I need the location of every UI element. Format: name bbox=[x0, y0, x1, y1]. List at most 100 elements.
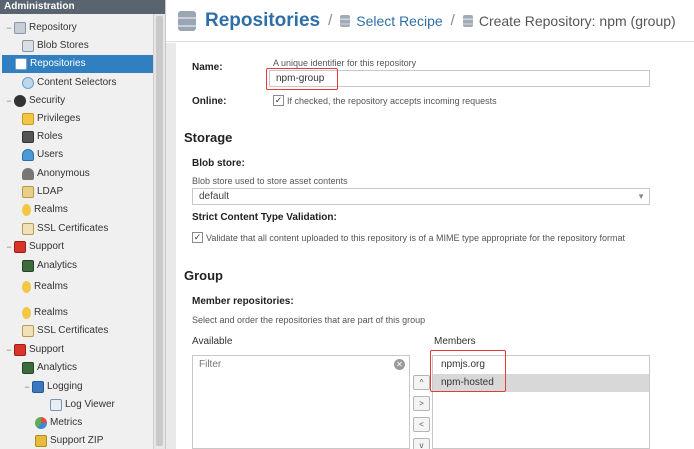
move-up-button[interactable]: ^ bbox=[413, 375, 430, 390]
move-down-button[interactable]: v bbox=[413, 438, 430, 449]
sidebar: Administration − Repository Blob Stores … bbox=[0, 0, 166, 449]
sidebar-item-roles[interactable]: Roles bbox=[22, 128, 63, 146]
sidebar-item-privileges[interactable]: Privileges bbox=[22, 110, 80, 128]
online-checkbox[interactable]: ✓ bbox=[273, 95, 284, 106]
sidebar-item-label: Anonymous bbox=[37, 168, 90, 179]
breadcrumb-select-recipe[interactable]: Select Recipe bbox=[356, 13, 442, 29]
metrics-icon bbox=[35, 417, 47, 429]
move-left-button[interactable]: < bbox=[413, 417, 430, 432]
ssl-certificates-icon bbox=[22, 223, 34, 235]
blob-stores-icon bbox=[22, 40, 34, 52]
support-icon bbox=[14, 241, 26, 253]
list-item[interactable]: npmjs.org bbox=[433, 356, 649, 374]
sidebar-item-ssl-certificates[interactable]: SSL Certificates bbox=[22, 322, 108, 340]
sidebar-item-label: Support bbox=[29, 241, 65, 252]
database-icon bbox=[462, 14, 473, 27]
available-label: Available bbox=[192, 336, 233, 347]
blob-store-select[interactable]: default ▼ bbox=[192, 188, 650, 205]
content-selectors-icon bbox=[22, 77, 34, 89]
sidebar-item-analytics[interactable]: Analytics bbox=[22, 257, 77, 275]
breadcrumb-separator: / bbox=[328, 12, 333, 29]
blob-store-value: default bbox=[199, 191, 230, 202]
collapse-toggle-icon[interactable]: − bbox=[22, 378, 32, 396]
sidebar-item-label: Logging bbox=[47, 381, 83, 392]
analytics-icon bbox=[22, 260, 34, 272]
group-title: Group bbox=[184, 268, 223, 283]
sidebar-item-label: Security bbox=[29, 95, 66, 106]
sidebar-item-label: SSL Certificates bbox=[37, 223, 109, 234]
sidebar-item-label: Content Selectors bbox=[37, 77, 117, 88]
sidebar-item-label: Log Viewer bbox=[65, 399, 115, 410]
strict-validation-help: Validate that all content uploaded to th… bbox=[206, 233, 626, 243]
sidebar-item-label: Support bbox=[29, 344, 65, 355]
available-list[interactable] bbox=[192, 373, 410, 449]
collapse-toggle-icon[interactable]: − bbox=[4, 238, 14, 256]
collapse-toggle-icon[interactable]: − bbox=[4, 341, 14, 359]
sidebar-item-support[interactable]: − Support bbox=[4, 238, 64, 256]
page-title[interactable]: Repositories bbox=[205, 10, 320, 32]
sidebar-item-analytics[interactable]: Analytics bbox=[22, 359, 77, 377]
sidebar-item-realms[interactable]: Realms bbox=[22, 304, 68, 322]
sidebar-item-repository[interactable]: − Repository bbox=[4, 19, 77, 37]
anonymous-icon bbox=[22, 168, 34, 180]
filter-input[interactable] bbox=[192, 355, 410, 374]
sidebar-scrollbar-thumb[interactable] bbox=[156, 16, 163, 446]
move-right-button[interactable]: > bbox=[413, 396, 430, 411]
sidebar-item-blob-stores[interactable]: Blob Stores bbox=[22, 37, 89, 55]
sidebar-item-logging[interactable]: − Logging bbox=[22, 378, 83, 396]
sidebar-item-content-selectors[interactable]: Content Selectors bbox=[22, 74, 117, 92]
blob-store-label: Blob store: bbox=[192, 158, 245, 169]
sidebar-item-log-viewer[interactable]: Log Viewer bbox=[50, 396, 115, 414]
security-icon bbox=[14, 95, 26, 107]
support-zip-icon bbox=[35, 435, 47, 447]
sidebar-item-ldap[interactable]: LDAP bbox=[22, 183, 63, 201]
content-gutter bbox=[166, 43, 176, 449]
breadcrumb: Repositories / Select Recipe / Create Re… bbox=[166, 0, 694, 42]
sidebar-scrollbar[interactable] bbox=[153, 14, 165, 449]
sidebar-item-metrics[interactable]: Metrics bbox=[35, 414, 82, 432]
online-help: If checked, the repository accepts incom… bbox=[287, 96, 497, 106]
chevron-down-icon[interactable]: ▼ bbox=[637, 189, 645, 204]
realms-icon bbox=[22, 307, 31, 319]
collapse-toggle-icon[interactable]: − bbox=[4, 19, 14, 37]
name-help: A unique identifier for this repository bbox=[273, 58, 417, 68]
sidebar-item-security[interactable]: − Security bbox=[4, 92, 65, 110]
main-panel: Repositories / Select Recipe / Create Re… bbox=[166, 0, 694, 449]
online-label: Online: bbox=[192, 96, 227, 107]
sidebar-item-label: Roles bbox=[37, 131, 63, 142]
sidebar-item-label: Blob Stores bbox=[37, 40, 89, 51]
members-label: Members bbox=[434, 336, 476, 347]
roles-icon bbox=[22, 131, 34, 143]
storage-title: Storage bbox=[184, 130, 233, 145]
ssl-certificates-icon bbox=[22, 325, 34, 337]
strict-validation-label: Strict Content Type Validation: bbox=[192, 212, 337, 223]
privileges-icon bbox=[22, 113, 34, 125]
sidebar-item-label: Privileges bbox=[37, 113, 81, 124]
sidebar-item-anonymous[interactable]: Anonymous bbox=[22, 165, 90, 183]
ldap-icon bbox=[22, 186, 34, 198]
analytics-icon bbox=[22, 362, 34, 374]
users-icon bbox=[22, 149, 34, 161]
sidebar-item-label: Analytics bbox=[37, 362, 78, 373]
sidebar-item-ssl-certificates[interactable]: SSL Certificates bbox=[22, 220, 108, 238]
sidebar-item-label: Metrics bbox=[50, 417, 83, 428]
sidebar-item-label: Users bbox=[37, 149, 64, 160]
members-list[interactable]: npmjs.org npm-hosted bbox=[432, 355, 650, 449]
sidebar-item-support-zip[interactable]: Support ZIP bbox=[35, 432, 103, 449]
sidebar-item-realms[interactable]: Realms bbox=[22, 201, 68, 219]
sidebar-item-support[interactable]: − Support bbox=[4, 341, 64, 359]
blob-store-help: Blob store used to store asset contents bbox=[192, 176, 348, 186]
strict-validation-checkbox[interactable]: ✓ bbox=[192, 232, 203, 243]
breadcrumb-separator: / bbox=[450, 12, 455, 29]
sidebar-item-repositories[interactable]: Repositories bbox=[2, 55, 153, 73]
collapse-toggle-icon[interactable]: − bbox=[4, 92, 14, 110]
support-icon bbox=[14, 344, 26, 356]
list-item[interactable]: npm-hosted bbox=[433, 374, 649, 392]
log-viewer-icon bbox=[50, 399, 62, 411]
name-input[interactable] bbox=[269, 70, 650, 87]
clear-filter-icon[interactable]: ✕ bbox=[394, 359, 405, 370]
sidebar-item-users[interactable]: Users bbox=[22, 146, 63, 164]
repositories-icon bbox=[15, 58, 27, 70]
sidebar-item-realms[interactable]: Realms bbox=[22, 278, 68, 296]
sidebar-item-label: Repository bbox=[29, 22, 77, 33]
